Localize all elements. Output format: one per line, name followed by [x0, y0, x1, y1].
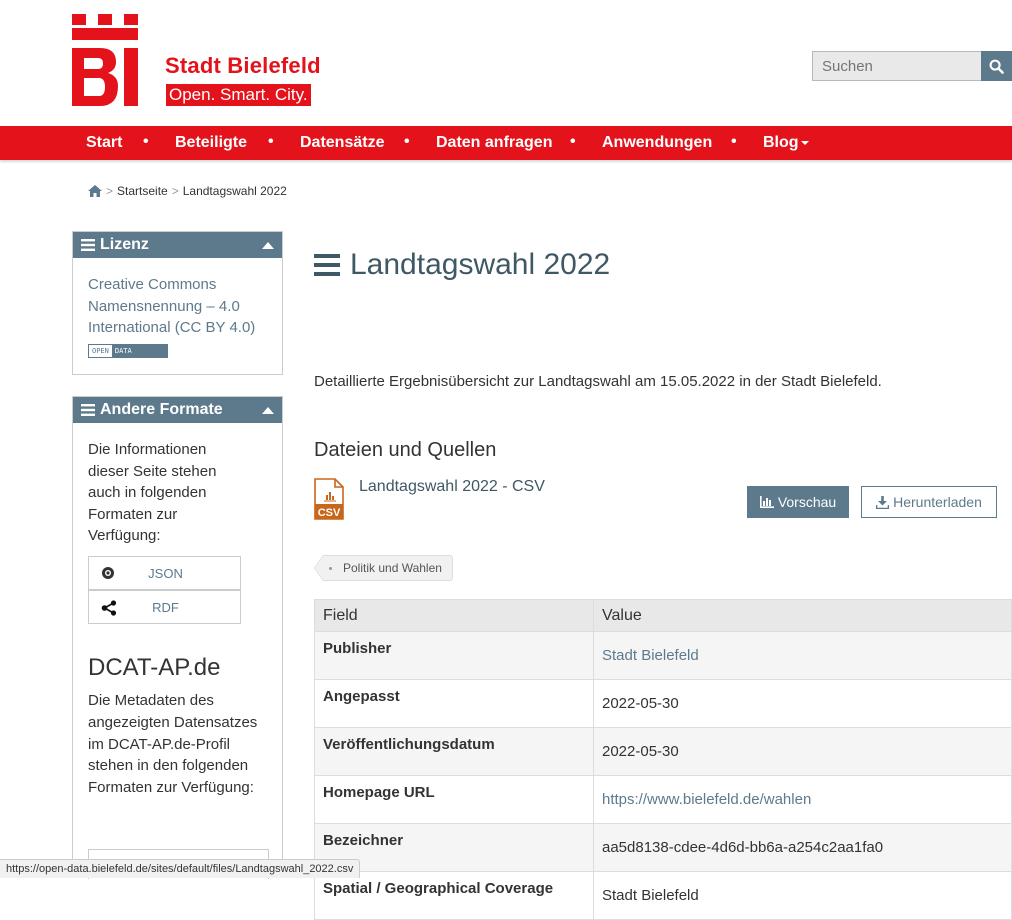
- category-tag-label: Politik und Wahlen: [343, 561, 442, 575]
- files-section-title: Dateien und Quellen: [314, 439, 497, 461]
- formats-description: Die Informationen dieser Seite stehen au…: [88, 441, 217, 544]
- table-header-field: Field: [314, 599, 594, 632]
- nav-item-start[interactable]: Start: [86, 126, 122, 160]
- formats-box-header[interactable]: Andere Formate: [73, 397, 282, 423]
- breadcrumb-separator: >: [171, 184, 179, 198]
- table-cell-field: Angepasst: [314, 679, 594, 728]
- table-cell-value: aa5d8138-cdee-4d6d-bb6a-a254c2aa1fa0: [593, 823, 1012, 872]
- bar-chart-icon: [759, 496, 774, 508]
- caret-down-icon: [800, 140, 809, 145]
- nav-separator: •: [404, 133, 410, 150]
- page-title: Landtagswahl 2022: [314, 248, 610, 282]
- breadcrumb-current: Landtagswahl 2022: [182, 184, 287, 198]
- table-cell-field: Veröffentlichungsdatum: [314, 727, 594, 776]
- nav-item-blog-label: Blog: [763, 134, 799, 151]
- stadt-bielefeld-logo[interactable]: [72, 14, 138, 106]
- csv-icon-label: CSV: [318, 507, 341, 519]
- json-format-label: JSON: [148, 566, 183, 581]
- nav-item-beteiligte[interactable]: Beteiligte: [175, 126, 247, 160]
- page-title-text: Landtagswahl 2022: [350, 248, 611, 281]
- csv-file-icon[interactable]: CSV: [314, 478, 344, 520]
- search-button[interactable]: [981, 51, 1012, 81]
- formats-box-title: Andere Formate: [100, 401, 223, 418]
- search-input[interactable]: [812, 51, 982, 81]
- breadcrumb-startseite[interactable]: Startseite: [117, 184, 168, 198]
- nav-separator: •: [570, 133, 576, 150]
- badge-open-text: OPEN: [89, 345, 112, 357]
- json-format-button[interactable]: JSON: [88, 556, 241, 590]
- table-cell-value: 2022-05-30: [593, 679, 1012, 728]
- table-cell-field: Homepage URL: [314, 775, 594, 824]
- brand-title[interactable]: Stadt Bielefeld: [165, 53, 321, 79]
- metadata-table: Field Value Publisher Stadt Bielefeld An…: [314, 599, 1012, 920]
- table-row: Homepage URL https://www.bielefeld.de/wa…: [314, 775, 1012, 824]
- license-box-header[interactable]: Lizenz: [73, 232, 282, 258]
- license-box-title: Lizenz: [100, 236, 149, 253]
- table-row: Bezeichner aa5d8138-cdee-4d6d-bb6a-a254c…: [314, 823, 1012, 872]
- download-button[interactable]: Herunterladen: [861, 486, 997, 518]
- table-header-row: Field Value: [314, 599, 1012, 632]
- dataset-description: Detaillierte Ergebnisübersicht zur Landt…: [314, 373, 882, 390]
- brand-tagline: Open. Smart. City.: [166, 84, 311, 106]
- nav-item-anwendungen[interactable]: Anwendungen: [602, 126, 712, 160]
- preview-button[interactable]: Vorschau: [747, 486, 849, 518]
- nav-separator: •: [731, 133, 737, 150]
- download-label: Herunterladen: [893, 494, 982, 510]
- home-icon[interactable]: [88, 185, 102, 197]
- table-cell-field: Publisher: [314, 631, 594, 680]
- preview-label: Vorschau: [777, 494, 837, 510]
- browser-status-bar: https://open-data.bielefeld.de/sites/def…: [0, 859, 361, 878]
- tag-hole: [329, 567, 332, 570]
- menu-icon: [314, 254, 340, 276]
- download-icon: [876, 495, 890, 509]
- license-link[interactable]: Creative Commons Namensnennung – 4.0 Int…: [88, 274, 278, 339]
- homepage-link[interactable]: https://www.bielefeld.de/wahlen: [593, 775, 1012, 824]
- table-cell-value: 2022-05-30: [593, 727, 1012, 776]
- resource-link[interactable]: Landtagswahl 2022 - CSV: [359, 478, 545, 496]
- table-row: Publisher Stadt Bielefeld: [314, 631, 1012, 680]
- menu-icon: [81, 404, 95, 416]
- nav-item-datensaetze[interactable]: Datensätze: [300, 126, 384, 160]
- collapse-up-icon: [262, 242, 274, 249]
- category-tag[interactable]: Politik und Wahlen: [314, 555, 453, 581]
- nav-item-blog[interactable]: Blog: [763, 126, 809, 160]
- table-cell-value: Stadt Bielefeld: [593, 871, 1012, 920]
- nav-item-daten-anfragen[interactable]: Daten anfragen: [436, 126, 552, 160]
- table-row: Spatial / Geographical Coverage Stadt Bi…: [314, 871, 1012, 920]
- menu-icon: [81, 239, 95, 251]
- search-icon: [989, 59, 1004, 74]
- table-header-value: Value: [593, 599, 1012, 632]
- nav-separator: •: [143, 133, 149, 150]
- table-row: Veröffentlichungsdatum 2022-05-30: [314, 727, 1012, 776]
- collapse-up-icon: [262, 407, 274, 414]
- table-cell-field: Spatial / Geographical Coverage: [314, 871, 594, 920]
- dcat-description: Die Metadaten des angezeigten Datensatze…: [88, 692, 258, 797]
- breadcrumb: > Startseite > Landtagswahl 2022: [88, 184, 287, 198]
- nav-separator: •: [268, 133, 274, 150]
- rdf-format-button[interactable]: RDF: [88, 590, 241, 624]
- dcat-heading: DCAT-AP.de: [88, 654, 221, 681]
- rdf-format-label: RDF: [152, 600, 179, 615]
- badge-data-text: DATA: [111, 345, 167, 357]
- main-navigation: Start • Beteiligte • Datensätze • Daten …: [0, 126, 1012, 160]
- license-box: Lizenz Creative Commons Namensnennung – …: [72, 231, 283, 375]
- open-data-badge[interactable]: OPEN DATA: [88, 344, 168, 358]
- table-row: Angepasst 2022-05-30: [314, 679, 1012, 728]
- breadcrumb-separator: >: [106, 184, 114, 198]
- publisher-link[interactable]: Stadt Bielefeld: [593, 631, 1012, 680]
